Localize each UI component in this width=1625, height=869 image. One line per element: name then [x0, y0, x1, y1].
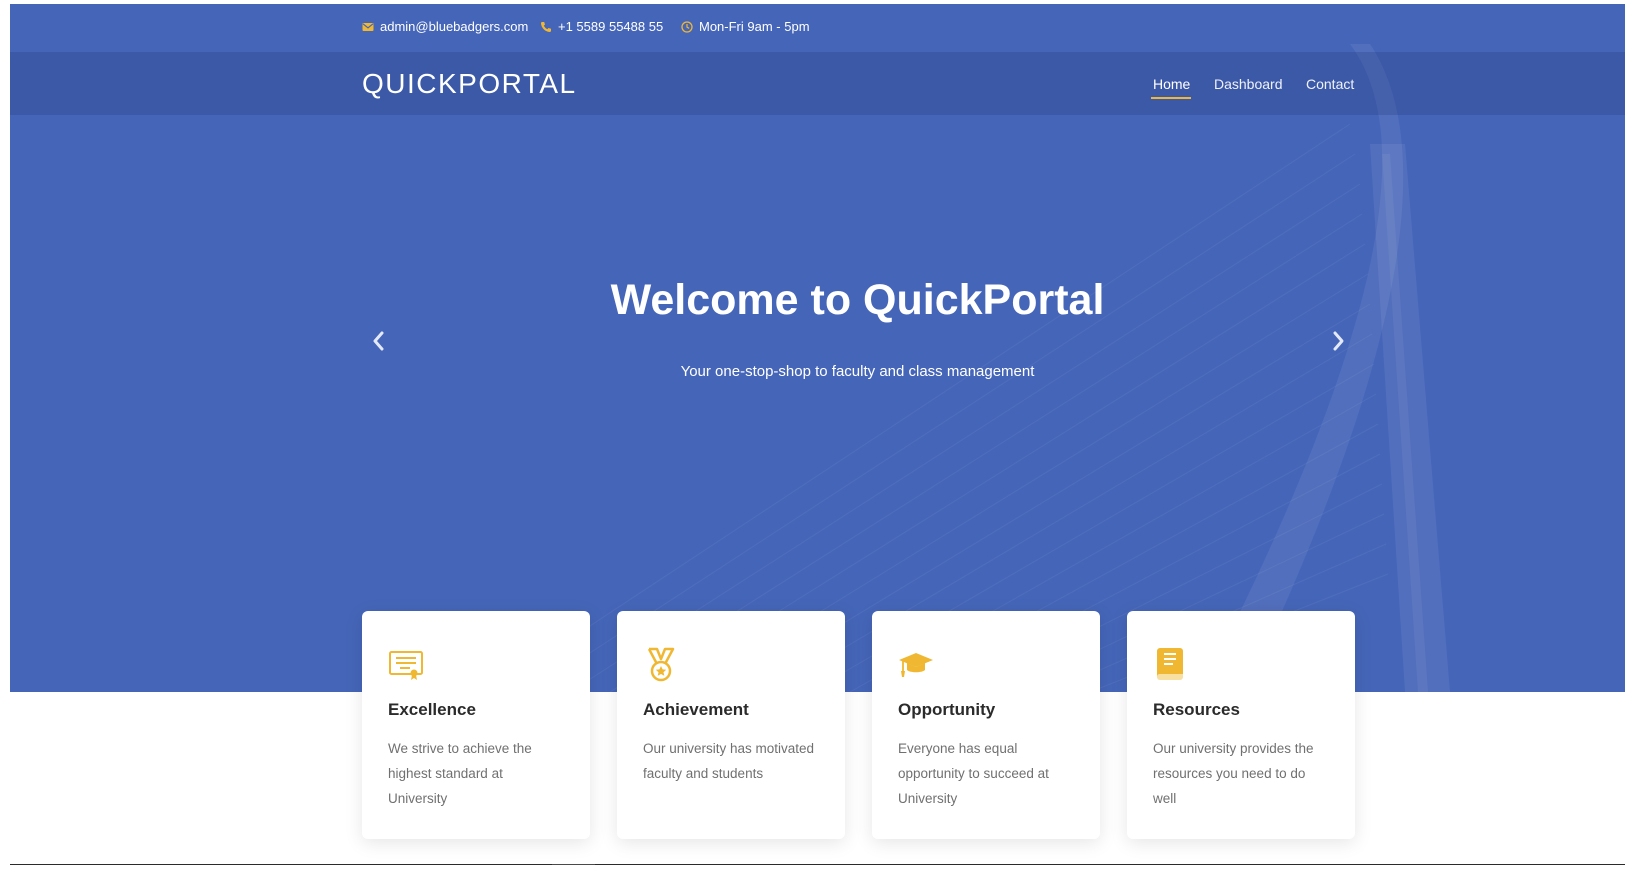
- nav-home[interactable]: Home: [1153, 76, 1190, 92]
- carousel-next-button[interactable]: [1324, 327, 1352, 355]
- nav-active-indicator: [1151, 97, 1191, 99]
- card-text: We strive to achieve the highest standar…: [388, 741, 532, 806]
- main-navbar: QUICKPORTAL Home Dashboard Contact: [10, 52, 1625, 115]
- card-text: Our university provides the resources yo…: [1153, 741, 1314, 806]
- card-title: Opportunity: [898, 700, 996, 719]
- phone-icon: [541, 21, 551, 32]
- certificate-icon: [389, 651, 423, 680]
- carousel-prev-button[interactable]: [365, 327, 393, 355]
- feature-card-achievement: Achievement Our university has motivated…: [617, 611, 845, 839]
- feature-card-excellence: Excellence We strive to achieve the high…: [362, 611, 590, 839]
- feature-card-opportunity: Opportunity Everyone has equal opportuni…: [872, 611, 1100, 839]
- footer-scroll-marker: [552, 864, 595, 865]
- contact-phone[interactable]: +1 5589 55488 55: [540, 19, 663, 34]
- contact-bar: admin@bluebadgers.com +1 5589 55488 55 M…: [10, 4, 1625, 52]
- email-text: admin@bluebadgers.com: [380, 19, 529, 34]
- contact-email[interactable]: admin@bluebadgers.com: [362, 19, 528, 34]
- chevron-right-icon: [1333, 331, 1344, 351]
- book-icon: [1157, 648, 1183, 680]
- footer-edge: [10, 864, 1625, 865]
- chevron-left-icon: [373, 331, 384, 351]
- hero-subtitle: Your one-stop-shop to faculty and class …: [680, 363, 1035, 380]
- left-edge: [0, 0, 10, 869]
- nav-contact[interactable]: Contact: [1306, 76, 1354, 92]
- hero-title: Welcome to QuickPortal: [610, 276, 1105, 324]
- feature-card-resources: Resources Our university provides the re…: [1127, 611, 1355, 839]
- card-title: Resources: [1153, 700, 1240, 719]
- card-text: Everyone has equal opportunity to succee…: [898, 741, 1049, 806]
- card-title: Excellence: [388, 700, 476, 719]
- page: admin@bluebadgers.com +1 5589 55488 55 M…: [10, 4, 1625, 865]
- card-title: Achievement: [643, 700, 749, 719]
- hours-text: Mon-Fri 9am - 5pm: [699, 19, 810, 34]
- envelope-icon: [362, 22, 374, 31]
- contact-hours: Mon-Fri 9am - 5pm: [681, 19, 810, 34]
- medal-icon: [647, 647, 675, 682]
- graduation-cap-icon: [899, 653, 933, 677]
- brand-logo[interactable]: QUICKPORTAL: [362, 68, 577, 100]
- clock-icon: [681, 20, 693, 33]
- nav-dashboard[interactable]: Dashboard: [1214, 76, 1283, 92]
- phone-text: +1 5589 55488 55: [558, 19, 664, 34]
- card-text: Our university has motivated faculty and…: [643, 741, 815, 781]
